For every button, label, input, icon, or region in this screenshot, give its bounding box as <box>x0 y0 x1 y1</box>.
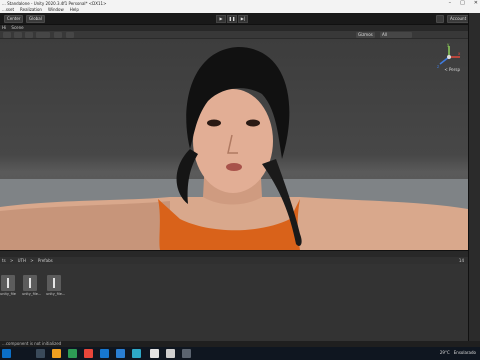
scene-search-input[interactable]: All <box>380 32 412 38</box>
app-icon-green[interactable] <box>68 349 77 358</box>
app-icon-teal[interactable] <box>132 349 141 358</box>
crumb-assets[interactable]: ts <box>2 258 6 263</box>
unity-icon[interactable] <box>166 349 175 358</box>
2d-toggle[interactable] <box>3 32 11 38</box>
opera-icon[interactable] <box>84 349 93 358</box>
effects-dropdown[interactable] <box>36 32 50 38</box>
unity-hub-icon[interactable] <box>150 349 159 358</box>
character-model[interactable] <box>0 39 468 250</box>
asset-label: unity_file... <box>22 292 42 296</box>
scene-viewport[interactable]: y x z < Persp <box>0 39 468 250</box>
prefab-icon <box>47 275 61 291</box>
minimize-button[interactable]: – <box>449 0 452 7</box>
maximize-button[interactable]: □ <box>460 0 465 7</box>
asset-label: unity_file... <box>46 292 66 296</box>
gizmo-x-label: x <box>458 51 461 56</box>
gizmos-label: Gizmos <box>358 32 373 37</box>
inspector-panel-edge <box>468 13 480 341</box>
project-tabs <box>0 250 468 257</box>
cloud-icon[interactable] <box>436 15 444 23</box>
pivot-center-button[interactable]: Center <box>4 15 24 23</box>
audio-toggle[interactable] <box>25 32 33 38</box>
task-view-icon[interactable] <box>36 349 45 358</box>
account-label: Account <box>450 16 467 21</box>
global-label: Global <box>29 16 42 21</box>
center-label: Center <box>7 16 21 21</box>
os-taskbar: 29°C Ensolarado <box>0 347 480 360</box>
file-explorer-icon[interactable] <box>52 349 61 358</box>
start-icon[interactable] <box>2 349 11 358</box>
app-icon-gray[interactable] <box>182 349 191 358</box>
lighting-toggle[interactable] <box>14 32 22 38</box>
crumb-prefabs[interactable]: Prefabs <box>38 258 53 263</box>
search-all-label: All <box>382 32 387 37</box>
play-button[interactable]: ▶ <box>216 15 226 23</box>
pause-button[interactable]: ❚❚ <box>227 15 237 23</box>
app-icon-blue[interactable] <box>116 349 125 358</box>
gizmos-dropdown[interactable]: Gizmos <box>356 32 375 38</box>
play-controls: ▶ ❚❚ ▶| <box>216 15 248 23</box>
prefab-icon <box>1 275 15 291</box>
system-tray: 29°C Ensolarado <box>440 350 476 355</box>
account-button[interactable]: Account <box>447 15 470 23</box>
crumb-separator: > <box>30 258 34 263</box>
prefab-icon <box>23 275 37 291</box>
project-breadcrumb: ts > UTH > Prefabs 14 <box>0 257 468 264</box>
close-button[interactable]: ✕ <box>474 0 478 7</box>
asset-count: 14 <box>458 258 464 263</box>
perspective-label[interactable]: < Persp <box>444 67 460 72</box>
asset-item[interactable]: unity_file... <box>22 275 42 296</box>
gizmo-z-label: z <box>437 64 439 69</box>
step-button[interactable]: ▶| <box>238 15 248 23</box>
crumb-uth[interactable]: UTH <box>18 258 26 263</box>
main-toolbar: Center Global ▶ ❚❚ ▶| Account <box>0 13 480 25</box>
asset-item[interactable]: unity_file <box>0 275 16 296</box>
grid-toggle[interactable] <box>66 32 74 38</box>
edge-icon[interactable] <box>100 349 109 358</box>
scene-toolbar: Gizmos All <box>0 31 468 39</box>
asset-item[interactable]: unity_file... <box>46 275 66 296</box>
project-assets-grid: unity_file unity_file... unity_file... <box>0 264 468 341</box>
weather-desc[interactable]: Ensolarado <box>454 350 476 355</box>
window-title: ... Standalone - Unity 2020.3.4f1 Person… <box>2 1 107 6</box>
window-title-bar: ... Standalone - Unity 2020.3.4f1 Person… <box>0 0 480 7</box>
asset-label: unity_file <box>0 292 16 296</box>
crumb-separator: > <box>9 258 14 263</box>
camera-icon[interactable] <box>54 32 62 38</box>
weather-temp[interactable]: 29°C <box>440 350 450 355</box>
pivot-global-button[interactable]: Global <box>26 15 45 23</box>
